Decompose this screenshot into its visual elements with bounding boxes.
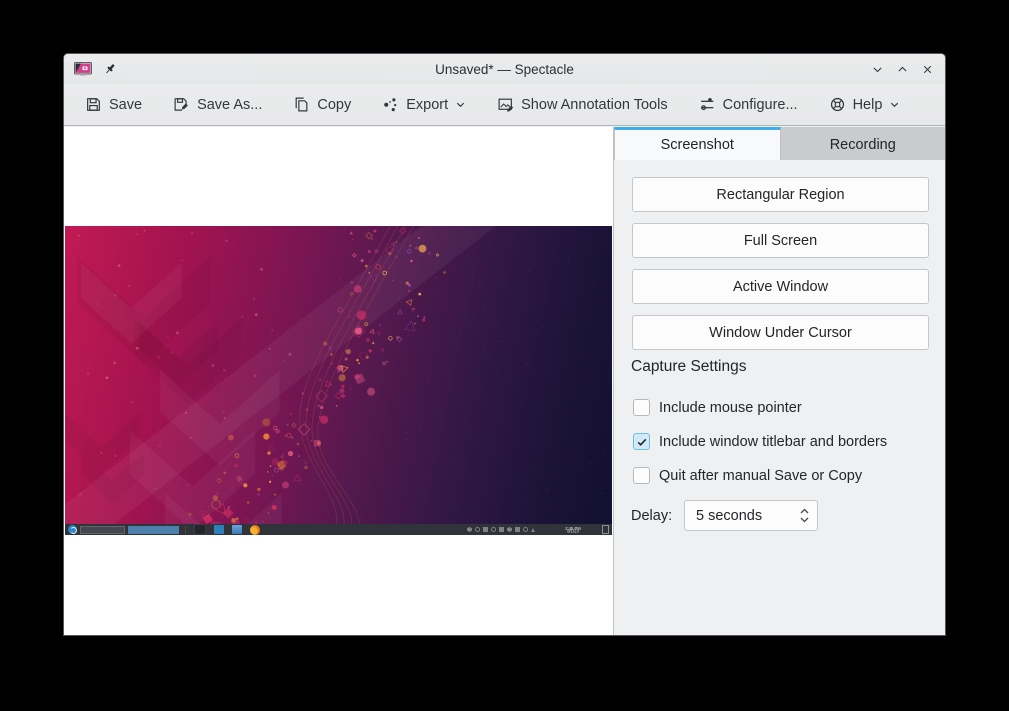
konsole-icon [194, 524, 206, 535]
help-button[interactable]: Help [829, 96, 901, 113]
preview-pane: 2:45 PM 8/1/23 [64, 127, 614, 635]
capture-panel: Screenshot Recording Rectangular Region … [614, 127, 945, 635]
task-button [80, 526, 125, 534]
include-mouse-pointer-checkbox[interactable]: Include mouse pointer [633, 399, 802, 416]
tray-icon [523, 527, 528, 532]
tray-icon [467, 527, 472, 532]
chevron-down-icon [455, 99, 466, 110]
show-annotation-tools-button[interactable]: Show Annotation Tools [497, 96, 667, 113]
spectacle-window: Unsaved* — Spectacle Save [64, 54, 945, 635]
delay-row: Delay: 5 seconds [631, 500, 818, 531]
quit-after-save-checkbox[interactable]: Quit after manual Save or Copy [633, 467, 862, 484]
desktop-background: { "window": { "title": "Unsaved* — Spect… [0, 0, 1009, 711]
software-icon [214, 525, 224, 534]
full-screen-button[interactable]: Full Screen [632, 223, 929, 258]
toolbar: Save Save As... Copy Export [64, 84, 945, 126]
tray-icon [515, 527, 520, 532]
save-as-icon [173, 96, 190, 113]
configure-sliders-icon [699, 96, 716, 113]
tray-icon [499, 527, 504, 532]
save-button[interactable]: Save [85, 96, 142, 113]
configure-button[interactable]: Configure... [699, 96, 798, 113]
checkbox[interactable] [633, 399, 650, 416]
show-desktop-button [602, 525, 609, 534]
tray-icon [483, 527, 488, 532]
check-icon [636, 436, 648, 448]
maximize-button[interactable] [894, 61, 910, 77]
capture-settings-heading: Capture Settings [631, 358, 746, 376]
launcher-icon [68, 525, 77, 534]
save-as-button[interactable]: Save As... [173, 96, 262, 113]
copy-icon [293, 96, 310, 113]
save-icon [85, 96, 102, 113]
delay-label: Delay: [631, 508, 684, 524]
tray-icon [507, 527, 512, 532]
annotation-icon [497, 96, 514, 113]
delay-value: 5 seconds [685, 508, 817, 524]
tab-screenshot[interactable]: Screenshot [614, 127, 781, 160]
tabbar: Screenshot Recording [614, 127, 945, 160]
include-titlebar-checkbox[interactable]: Include window titlebar and borders [633, 433, 887, 450]
window-under-cursor-button[interactable]: Window Under Cursor [632, 315, 929, 350]
chevron-down-icon [889, 99, 900, 110]
checkbox[interactable] [633, 433, 650, 450]
spin-down-icon[interactable] [800, 517, 809, 523]
taskbar-clock: 2:45 PM 8/1/23 [557, 527, 588, 532]
delay-spinbox[interactable]: 5 seconds [684, 500, 818, 531]
rectangular-region-button[interactable]: Rectangular Region [632, 177, 929, 212]
tray-icon [475, 527, 480, 532]
wallpaper-art [65, 226, 612, 535]
export-share-icon [382, 96, 399, 113]
active-window-button[interactable]: Active Window [632, 269, 929, 304]
window-title: Unsaved* — Spectacle [64, 62, 945, 77]
firefox-icon [250, 525, 260, 535]
screenshot-preview: 2:45 PM 8/1/23 [65, 226, 612, 535]
tray-icon [491, 527, 496, 532]
copy-button[interactable]: Copy [293, 96, 351, 113]
titlebar[interactable]: Unsaved* — Spectacle [64, 54, 945, 84]
window-content: 2:45 PM 8/1/23 Screenshot Recording Rect [64, 127, 945, 635]
preview-taskbar: 2:45 PM 8/1/23 [65, 524, 612, 535]
checkbox[interactable] [633, 467, 650, 484]
system-tray: 2:45 PM 8/1/23 [467, 525, 612, 535]
folder-icon [232, 525, 242, 534]
export-button[interactable]: Export [382, 96, 466, 113]
tray-icon [531, 528, 535, 532]
minimize-button[interactable] [869, 61, 885, 77]
help-lifebuoy-icon [829, 96, 846, 113]
tab-recording[interactable]: Recording [781, 127, 946, 160]
close-button[interactable] [919, 61, 935, 77]
spin-up-icon[interactable] [800, 508, 809, 514]
taskbar-separator [185, 526, 186, 534]
task-button-active [128, 526, 179, 534]
